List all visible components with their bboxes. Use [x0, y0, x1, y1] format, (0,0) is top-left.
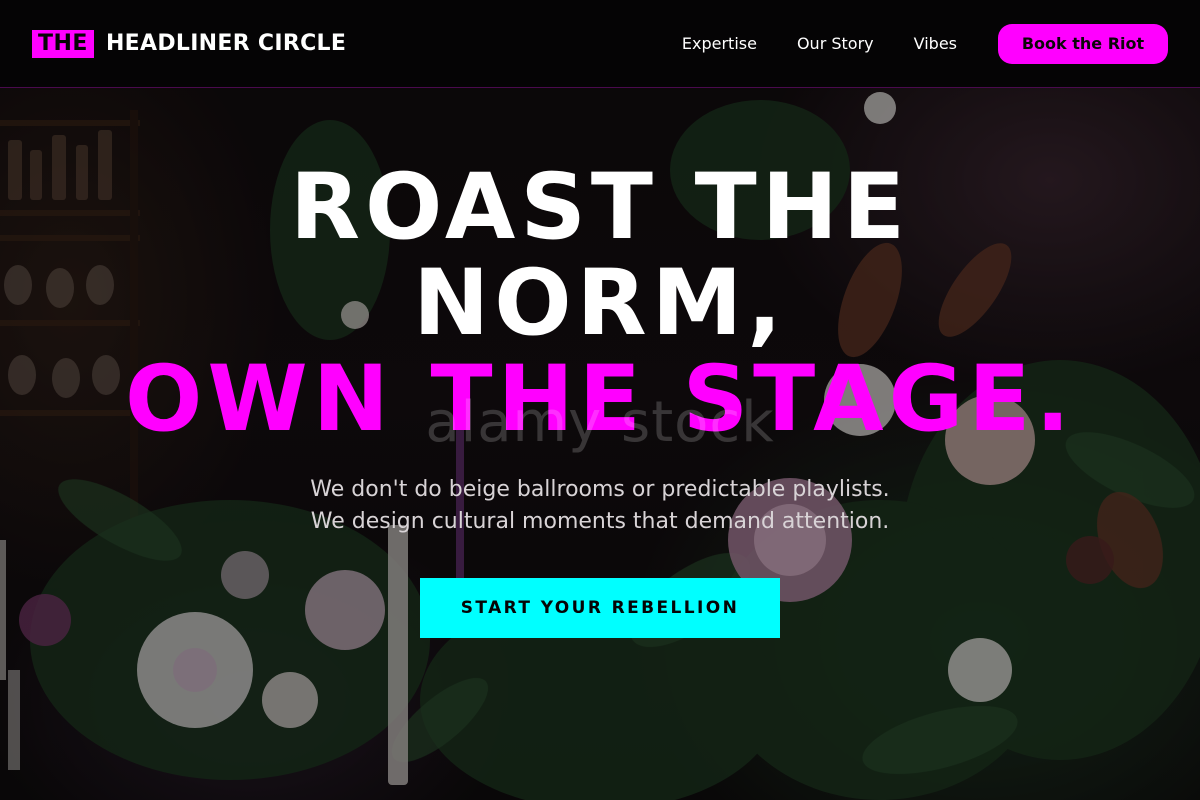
hero-subtext: We don't do beige ballrooms or predictab…	[0, 474, 1200, 538]
start-your-rebellion-button[interactable]: START YOUR REBELLION	[420, 578, 780, 638]
nav-link-expertise[interactable]: Expertise	[682, 34, 757, 53]
brand-logo[interactable]: THE HEADLINER CIRCLE	[32, 29, 347, 58]
book-the-riot-button[interactable]: Book the Riot	[998, 23, 1168, 64]
site-header: THE HEADLINER CIRCLE Expertise Our Story…	[0, 0, 1200, 88]
logo-mark: THE	[32, 29, 94, 58]
logo-text: HEADLINER CIRCLE	[105, 31, 347, 56]
hero-section: ROAST THE NORM, OWN THE STAGE. alamy sto…	[0, 88, 1200, 800]
headline-line-2: NORM,	[413, 251, 787, 356]
nav-link-vibes[interactable]: Vibes	[914, 34, 957, 53]
hero-headline: ROAST THE NORM, OWN THE STAGE.	[0, 160, 1200, 448]
subtext-line-1: We don't do beige ballrooms or predictab…	[310, 477, 890, 502]
nav-link-our-story[interactable]: Our Story	[797, 34, 874, 53]
subtext-line-2: We design cultural moments that demand a…	[310, 509, 890, 534]
headline-line-3: OWN THE STAGE.	[124, 347, 1076, 452]
main-nav: Expertise Our Story Vibes	[682, 34, 957, 53]
headline-line-1: ROAST THE	[289, 155, 911, 260]
